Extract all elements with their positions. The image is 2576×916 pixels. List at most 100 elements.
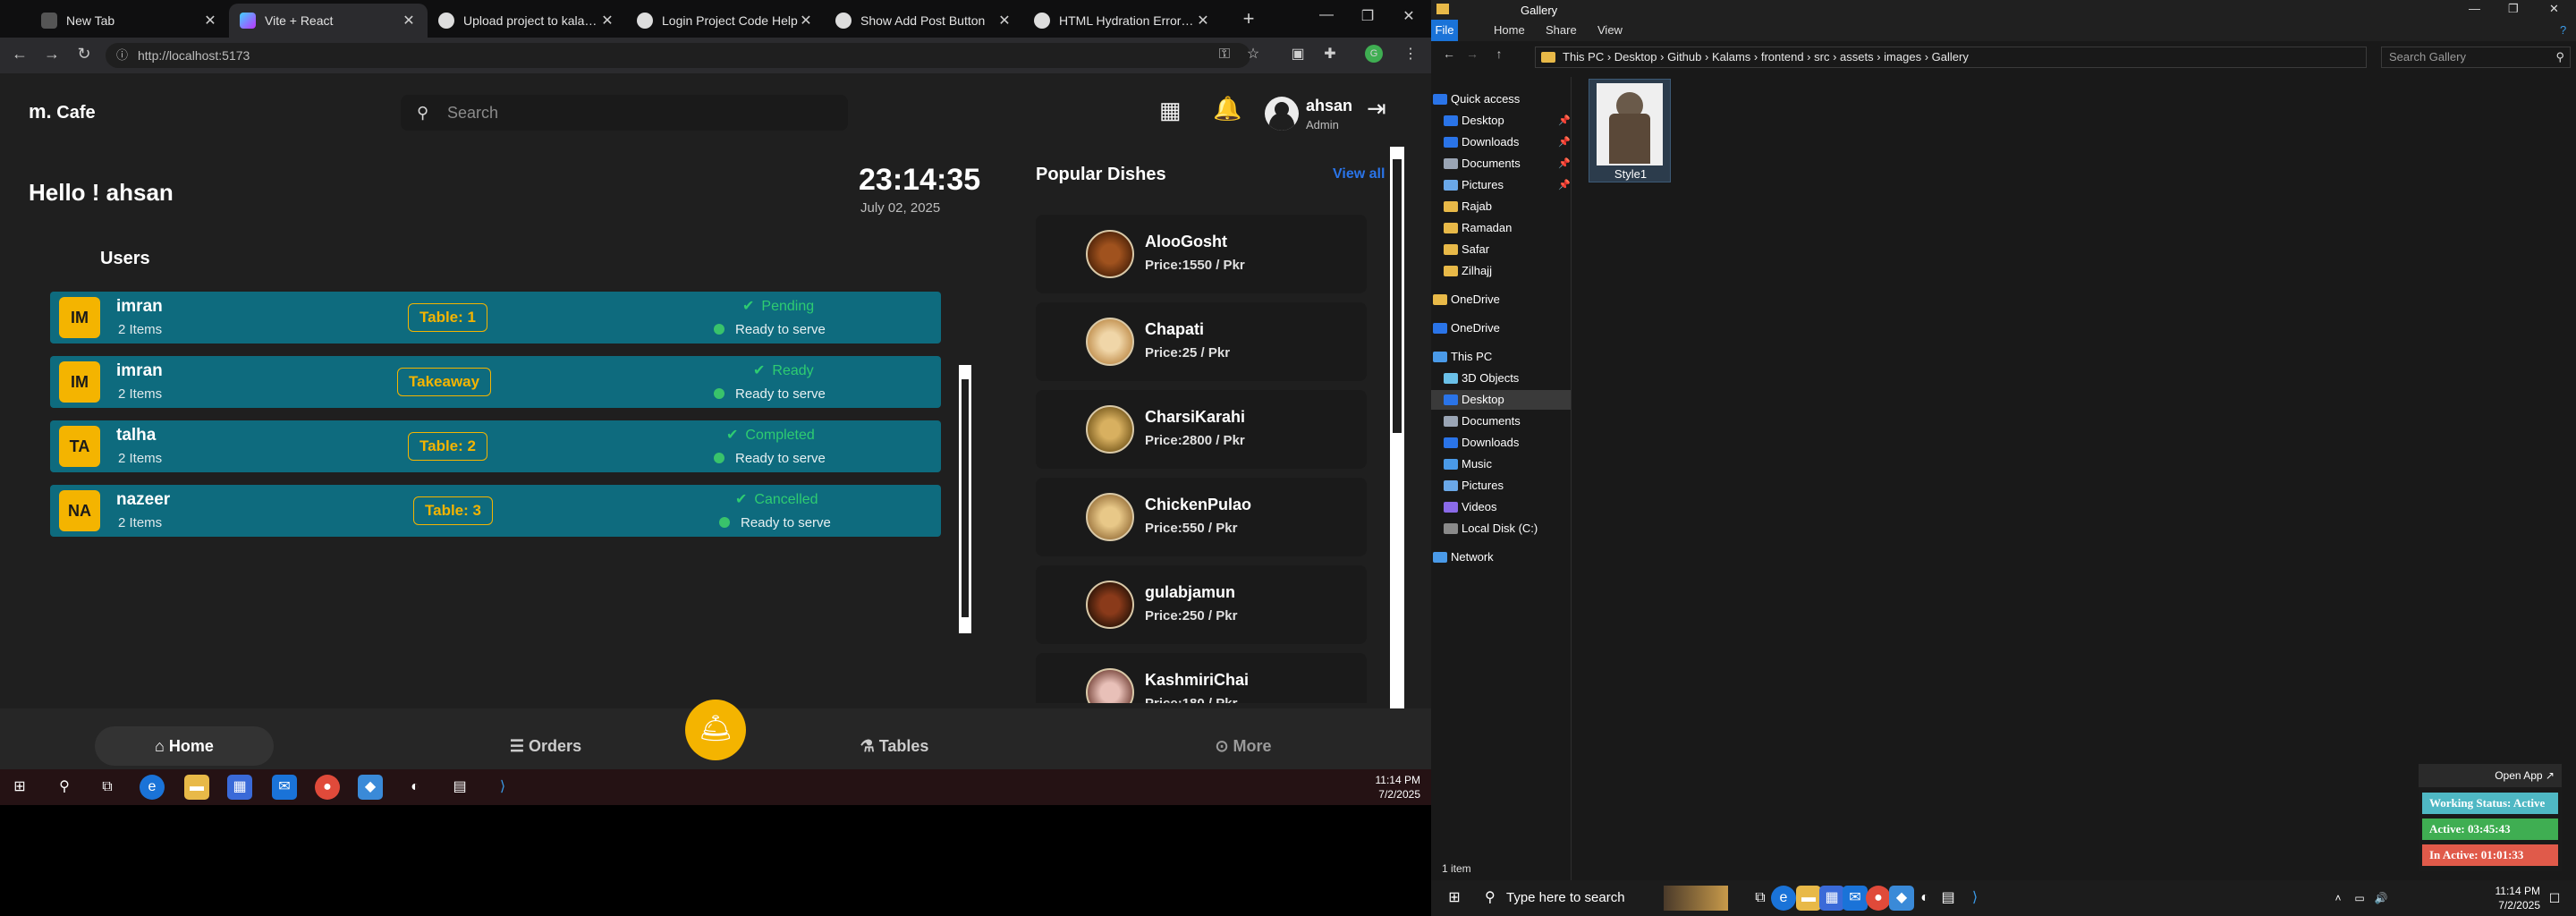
app-icon[interactable]: ◆ (1889, 886, 1914, 911)
dish-card[interactable]: AlooGosht Price:1550 / Pkr (1036, 215, 1367, 293)
taskbar-clock[interactable]: 11:14 PM 7/2/2025 (1376, 773, 1420, 802)
chrome-icon[interactable]: ● (1866, 886, 1891, 911)
app-icon[interactable]: ◆ (358, 775, 383, 800)
app-logo[interactable]: m. Cafe (29, 100, 96, 123)
site-info-icon[interactable]: ⓘ (116, 43, 128, 68)
close-icon[interactable]: ✕ (1195, 12, 1211, 30)
dish-card[interactable]: KashmiriChai Price:180 / Pkr (1036, 653, 1367, 703)
nav-item[interactable]: Documents (1431, 411, 1571, 431)
store-icon[interactable]: ▦ (227, 775, 252, 800)
nav-item[interactable]: Rajab (1431, 197, 1571, 216)
edge-icon[interactable]: e (1771, 886, 1796, 911)
logout-icon[interactable]: ⇥ (1367, 95, 1386, 123)
dish-card[interactable]: CharsiKarahi Price:2800 / Pkr (1036, 390, 1367, 469)
app-icon[interactable]: ◐ (1912, 886, 1937, 911)
profile-avatar-icon[interactable]: G (1365, 45, 1383, 63)
file-thumbnail[interactable]: Style1 (1589, 79, 1671, 182)
crumb[interactable]: Gallery (1932, 50, 1969, 64)
tab-vite-react[interactable]: Vite + React ✕ (229, 4, 428, 38)
tab-add-post[interactable]: Show Add Post Button ✕ (825, 4, 1023, 38)
nav-item[interactable]: 3D Objects (1431, 369, 1571, 388)
terminal-icon[interactable]: ▤ (1936, 886, 1961, 911)
scrollbar-thumb[interactable] (962, 379, 969, 617)
nav-orders[interactable]: ☰ Orders (456, 726, 635, 766)
nav-more[interactable]: ⊙ More (1154, 726, 1333, 766)
notification-center-icon[interactable]: ☐ (2542, 886, 2567, 911)
close-icon[interactable]: ✕ (996, 12, 1013, 30)
vscode-icon[interactable]: ⟩ (1962, 886, 1987, 911)
nav-item[interactable]: Documents 📌 (1431, 154, 1571, 174)
view-all-link[interactable]: View all (1333, 166, 1385, 182)
nav-item[interactable]: Quick access (1431, 89, 1571, 109)
order-row[interactable]: NA nazeer 2 Items Table: 3 ✔ Cancelled Re… (50, 485, 941, 537)
file-explorer-icon[interactable]: ▬ (184, 775, 209, 800)
file-explorer-icon[interactable]: ▬ (1796, 886, 1821, 911)
windows-start-icon[interactable]: ⊞ (1442, 886, 1467, 911)
open-app-link[interactable]: Open App ↗ (2419, 764, 2562, 787)
crumb[interactable]: Kalams (1712, 50, 1750, 64)
close-icon[interactable]: ✕ (599, 12, 615, 30)
task-view-icon[interactable]: ⧉ (1748, 886, 1773, 911)
kebab-menu-icon[interactable]: ⋮ (1401, 45, 1420, 64)
ribbon-tab-home[interactable]: Home (1494, 23, 1525, 37)
windows-start-icon[interactable]: ⊞ (7, 775, 32, 800)
task-view-icon[interactable]: ⧉ (95, 775, 120, 800)
crumb[interactable]: images (1884, 50, 1921, 64)
crumb[interactable]: Github (1667, 50, 1701, 64)
nav-item[interactable]: Music (1431, 454, 1571, 474)
mail-icon[interactable]: ✉ (272, 775, 297, 800)
order-row[interactable]: IM imran 2 Items Table: 1 ✔ Pending Ready… (50, 292, 941, 344)
nav-tables[interactable]: ⚗ Tables (805, 726, 984, 766)
nav-item[interactable]: Local Disk (C:) (1431, 519, 1571, 539)
terminal-icon[interactable]: ▤ (447, 775, 472, 800)
tab-new-tab[interactable]: New Tab ✕ (30, 4, 229, 38)
order-row[interactable]: IM imran 2 Items Takeaway ✔ Ready Ready t… (50, 356, 941, 408)
help-icon[interactable]: ? (2560, 23, 2566, 37)
ribbon-tab-share[interactable]: Share (1546, 23, 1577, 37)
nav-item[interactable]: Pictures (1431, 476, 1571, 496)
close-window-icon[interactable]: ✕ (2549, 2, 2559, 16)
close-icon[interactable]: ✕ (798, 12, 814, 30)
edge-icon[interactable]: e (140, 775, 165, 800)
crumb[interactable]: This PC (1563, 50, 1604, 64)
nav-item[interactable]: This PC (1431, 347, 1571, 367)
url-field[interactable]: ⓘ http://localhost:5173 (106, 43, 1250, 68)
nav-item[interactable]: Ramadan (1431, 218, 1571, 238)
ribbon-tab-file[interactable]: File (1431, 20, 1458, 41)
chrome-icon[interactable]: ● (315, 775, 340, 800)
dish-card[interactable]: gulabjamun Price:250 / Pkr (1036, 565, 1367, 644)
dish-card[interactable]: Chapati Price:25 / Pkr (1036, 302, 1367, 381)
nav-item[interactable]: Desktop 📌 (1431, 111, 1571, 131)
nav-home[interactable]: ⌂ Home (95, 726, 274, 766)
bell-button[interactable]: 🛎 (685, 700, 746, 760)
close-icon[interactable]: ✕ (202, 12, 218, 30)
search-icon[interactable]: ⚲ (52, 775, 77, 800)
tab-hydration[interactable]: HTML Hydration Error Fix ✕ (1023, 4, 1222, 38)
restore-icon[interactable]: ❐ (1354, 7, 1381, 25)
scrollbar-thumb[interactable] (1393, 159, 1402, 433)
forward-icon[interactable]: → (1462, 47, 1483, 61)
reload-icon[interactable]: ↻ (73, 45, 95, 64)
nav-item[interactable]: Downloads 📌 (1431, 132, 1571, 152)
search-input[interactable]: ⚲ Search (401, 95, 848, 131)
nav-item[interactable]: Network (1431, 547, 1571, 567)
store-icon[interactable]: ▦ (1819, 886, 1844, 911)
ribbon-tab-view[interactable]: View (1597, 23, 1623, 37)
tab-login-help[interactable]: Login Project Code Help ✕ (626, 4, 825, 38)
nav-item[interactable]: Desktop (1431, 390, 1571, 410)
crumb[interactable]: frontend (1761, 50, 1804, 64)
up-icon[interactable]: ↑ (1488, 47, 1510, 61)
new-tab-plus-icon[interactable]: + (1236, 7, 1261, 32)
extension-icon[interactable]: ▣ (1288, 45, 1308, 64)
minimize-icon[interactable]: — (2469, 2, 2480, 15)
tab-upload-project[interactable]: Upload project to kalams.org ✕ (428, 4, 626, 38)
app-icon[interactable]: ◐ (402, 775, 428, 800)
close-window-icon[interactable]: ✕ (1395, 7, 1422, 25)
dish-card[interactable]: ChickenPulao Price:550 / Pkr (1036, 478, 1367, 556)
forward-icon[interactable]: → (41, 45, 63, 64)
nav-item[interactable]: Safar (1431, 240, 1571, 259)
crumb[interactable]: assets (1840, 50, 1874, 64)
nav-item[interactable]: Downloads (1431, 433, 1571, 453)
explorer-search-input[interactable]: Search Gallery ⚲ (2381, 47, 2571, 68)
nav-item[interactable]: Zilhajj (1431, 261, 1571, 281)
